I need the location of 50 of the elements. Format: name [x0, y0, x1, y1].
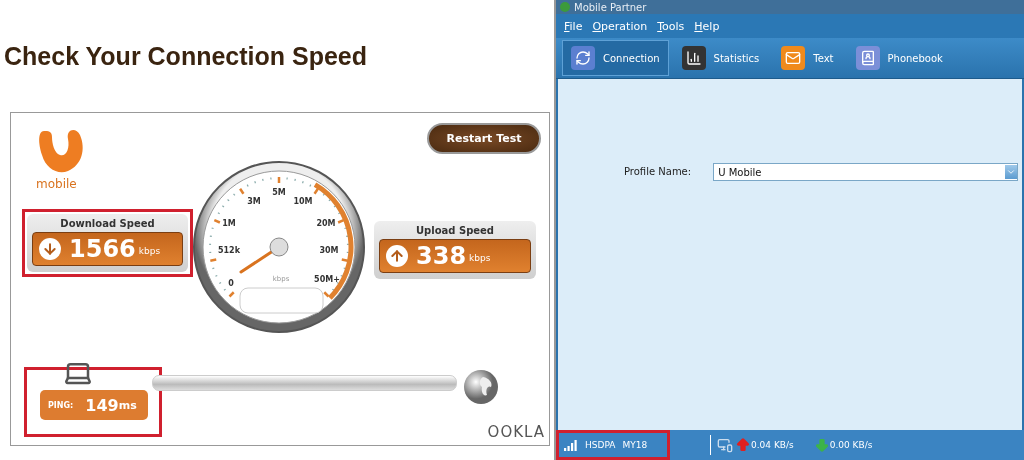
refresh-icon: [571, 46, 595, 70]
ping-label: PING:: [48, 400, 74, 410]
menu-item[interactable]: Help: [694, 19, 720, 33]
app-icon: [560, 2, 570, 12]
envelope-icon: [781, 46, 806, 70]
bar-chart-icon: [681, 46, 706, 70]
gauge-needle: [239, 237, 289, 274]
window-title: Mobile Partner: [574, 1, 647, 13]
upload-rate: 0.04 KB/s: [751, 440, 794, 450]
network-operator: MY18: [622, 440, 648, 450]
ping-value: 149: [85, 395, 119, 415]
gauge-scale-label: 1M: [222, 218, 236, 228]
menu-item[interactable]: Operation: [592, 19, 648, 33]
gauge-scale-label: 512k: [218, 245, 240, 255]
gauge-scale-label: 10M: [293, 196, 313, 206]
restart-test-button[interactable]: Restart Test: [427, 123, 541, 154]
profile-select[interactable]: U Mobile: [713, 163, 1018, 181]
toolbar-tab[interactable]: Connection: [562, 40, 669, 76]
speed-unit: kbps: [138, 246, 161, 256]
speed-unit: kbps: [469, 253, 491, 263]
gauge-scale-label: 30M: [319, 245, 339, 255]
arrow-down-icon: [813, 437, 830, 453]
speed-value: 1566: [69, 235, 136, 263]
ookla-logo: OOKLA: [487, 423, 545, 441]
brand-wordmark: mobile: [36, 177, 78, 191]
ping-unit: ms: [118, 398, 137, 412]
page-heading: Check Your Connection Speed: [3, 40, 369, 72]
arrow-down-icon: [39, 238, 61, 260]
signal-icon: [564, 439, 578, 451]
toolbar-tab[interactable]: Text: [772, 40, 843, 76]
gauge-scale-label: 5M: [272, 187, 286, 197]
speed-value: 338: [416, 242, 467, 270]
arrow-up-icon: [735, 437, 751, 453]
globe-icon: [463, 369, 499, 405]
download-rate: 0.00 KB/s: [829, 440, 873, 450]
gauge-scale-label: 50M+: [314, 274, 340, 284]
speed-label: Upload Speed: [415, 225, 494, 236]
network-monitor-icon: [717, 437, 733, 453]
field-label: Profile Name:: [624, 166, 692, 177]
menu-item[interactable]: Tools: [657, 19, 685, 33]
menu-item[interactable]: File: [564, 19, 583, 33]
arrow-up-icon: [386, 245, 408, 267]
speed-label: Download Speed: [60, 218, 155, 229]
toolbar-tab[interactable]: Phonebook: [846, 40, 952, 76]
gauge-scale-label: 20M: [316, 218, 336, 228]
gauge-scale-label: 3M: [247, 196, 261, 206]
contact-book-icon: [855, 46, 880, 70]
network-type: HSDPA: [585, 440, 616, 450]
gauge-scale-label: 0: [228, 278, 234, 288]
toolbar-tab[interactable]: Statistics: [672, 40, 769, 76]
